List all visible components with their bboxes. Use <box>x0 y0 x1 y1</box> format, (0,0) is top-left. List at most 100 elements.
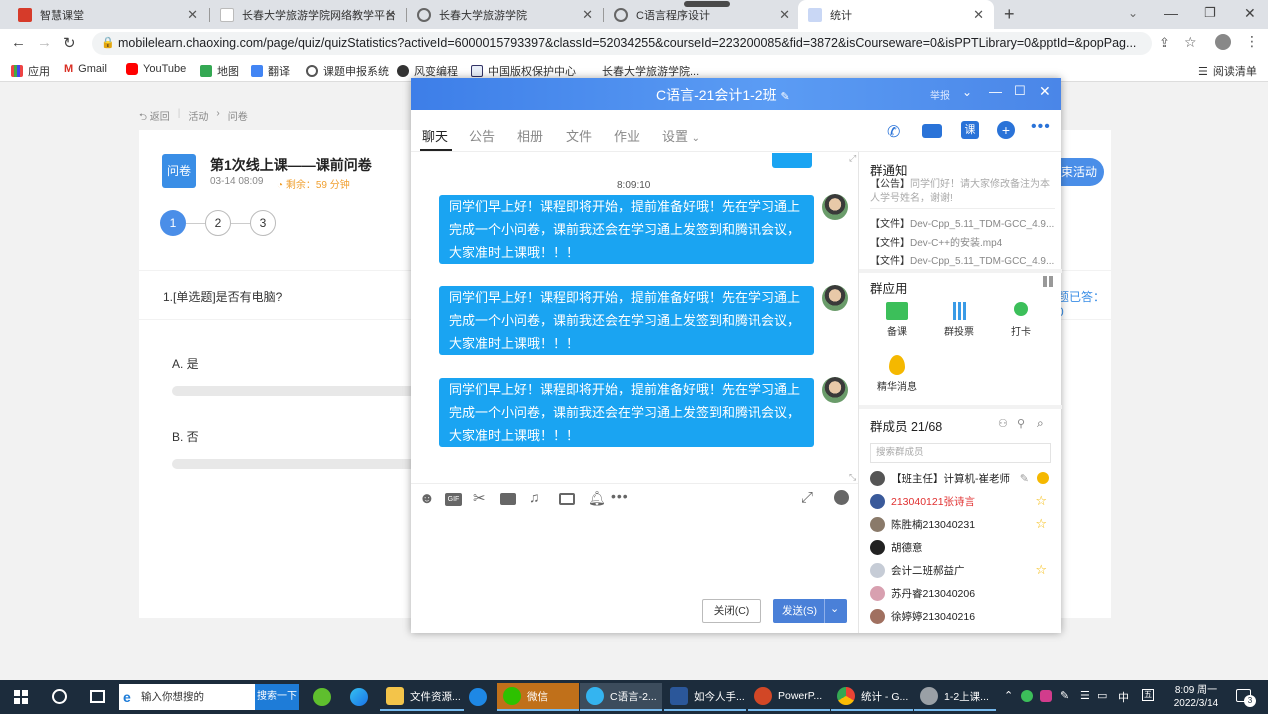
profile-avatar-icon[interactable] <box>1215 34 1231 50</box>
taskbar-app-chaoxing[interactable]: C语言-2... <box>580 683 662 711</box>
taskbar-search-input[interactable]: e 输入你想搜的 <box>119 684 255 710</box>
member-item[interactable]: 陈胜楠213040231 ☆ <box>870 514 1055 534</box>
image-icon[interactable] <box>559 493 575 505</box>
reload-icon[interactable]: ↻ <box>63 34 76 52</box>
close-icon[interactable]: ✕ <box>1039 83 1051 100</box>
tab-statistics[interactable]: 统计 ✕ <box>798 0 994 29</box>
more-icon[interactable]: ••• <box>611 488 629 504</box>
avatar[interactable] <box>822 194 848 220</box>
bookmark-college[interactable]: 长春大学旅游学院... <box>602 63 699 79</box>
ie-browser-icon[interactable] <box>469 688 487 706</box>
tab-files[interactable]: 文件 <box>566 126 592 145</box>
ime-indicator[interactable]: 中 <box>1118 689 1129 705</box>
battery-icon[interactable]: ▭ <box>1097 689 1107 702</box>
notice-text[interactable]: 【公告】同学们好！请大家修改备注为本人学号姓名，谢谢! <box>870 178 1055 206</box>
file-item[interactable]: 【文件】Dev-C++的安装.mp4 <box>870 234 1002 249</box>
app-grid-icon[interactable] <box>1043 276 1054 287</box>
chat-title-bar[interactable]: C语言-21会计1-2班 ✎ 举报 ⌄ — ☐ ✕ <box>411 78 1061 110</box>
search-icon[interactable]: ⌕ <box>1037 416 1044 431</box>
scissors-icon[interactable]: ✂ <box>473 489 486 507</box>
close-tab-icon[interactable]: ✕ <box>582 7 593 23</box>
tab-college[interactable]: 长春大学旅游学院 ✕ <box>407 0 603 29</box>
taskbar-app-word[interactable]: 如今人手... <box>664 683 746 711</box>
member-item[interactable]: 徐婷婷213040216 <box>870 606 1055 626</box>
tab-c-language[interactable]: C语言程序设计 ✕ <box>604 0 800 29</box>
reading-list-button[interactable]: ☰ 阅读清单 <box>1198 63 1257 79</box>
taskbar-app-lesson[interactable]: 1-2上课... <box>914 683 996 711</box>
report-link[interactable]: 举报 <box>930 87 950 102</box>
tab-album[interactable]: 相册 <box>517 126 543 145</box>
step-1[interactable]: 1 <box>160 210 186 236</box>
file-item[interactable]: 【文件】Dev-Cpp_5.11_TDM-GCC_4.9... <box>870 215 1054 230</box>
gif-icon[interactable]: GIF <box>445 493 462 506</box>
close-chat-button[interactable]: 关闭(C) <box>702 599 761 623</box>
bookmark-apps[interactable]: 应用 <box>11 63 50 79</box>
back-link[interactable]: ⮌ 返回 <box>139 108 170 127</box>
phone-call-icon[interactable]: ✆ <box>887 122 900 142</box>
360-browser-icon[interactable] <box>313 688 331 706</box>
taskbar-app-powerpoint[interactable]: PowerP... <box>748 683 830 711</box>
bookmark-translate[interactable]: 翻译 <box>251 63 290 79</box>
bookmark-star-icon[interactable]: ☆ <box>1184 34 1197 51</box>
cortana-icon[interactable] <box>52 689 67 704</box>
tab-zhihui[interactable]: 智慧课堂 ✕ <box>8 0 208 29</box>
edge-icon[interactable] <box>350 688 368 706</box>
member-item[interactable]: 胡德意 <box>870 537 1055 557</box>
app-lesson-prep[interactable]: 备课 <box>872 302 922 338</box>
emoji-icon[interactable]: ☻ <box>419 490 435 507</box>
fullscreen-icon[interactable]: ⤢ <box>801 489 813 506</box>
bookmark-maps[interactable]: 地图 <box>200 63 239 79</box>
maximize-icon[interactable]: ☐ <box>1014 83 1026 99</box>
taskbar-app-chrome[interactable]: 统计 - G... <box>831 683 913 711</box>
send-button[interactable]: 发送(S) ⌄ <box>773 599 847 623</box>
member-item[interactable]: 【班主任】计算机-崔老师 ✎ <box>870 468 1055 488</box>
new-tab-button[interactable]: + <box>1004 4 1015 25</box>
breadcrumb-activity[interactable]: 活动 <box>188 108 208 127</box>
bookmark-youtube[interactable]: YouTube <box>126 63 186 75</box>
taskbar-app-explorer[interactable]: 文件资源... <box>380 683 464 711</box>
forward-arrow-icon[interactable]: → <box>37 34 52 51</box>
tray-app-icon[interactable] <box>1021 690 1033 702</box>
share-icon[interactable]: ⇪ <box>1159 35 1170 51</box>
wifi-icon[interactable]: ☰ <box>1080 689 1090 702</box>
minimize-icon[interactable]: — <box>989 84 1002 99</box>
ime-mode-icon[interactable]: 五 <box>1142 689 1154 701</box>
history-clock-icon[interactable] <box>834 490 849 505</box>
taskbar-app-wechat[interactable]: 微信 <box>497 683 579 711</box>
app-checkin[interactable]: 打卡 <box>996 302 1046 338</box>
minimize-icon[interactable]: — <box>1164 5 1178 21</box>
add-member-icon[interactable]: ⚲ <box>1017 417 1025 430</box>
avatar[interactable] <box>822 285 848 311</box>
tray-app-icon[interactable] <box>1040 690 1052 702</box>
lesson-icon[interactable]: 课 <box>961 121 979 139</box>
end-activity-button[interactable]: 束活动 <box>1057 158 1104 186</box>
bell-icon[interactable]: 🔔︎ <box>588 490 606 507</box>
close-tab-icon[interactable]: ✕ <box>385 7 396 23</box>
step-2[interactable]: 2 <box>205 210 231 236</box>
app-highlights[interactable]: 精华消息 <box>872 355 922 393</box>
member-item[interactable]: 苏丹睿213040206 <box>870 583 1055 603</box>
close-tab-icon[interactable]: ✕ <box>187 7 198 23</box>
close-tab-icon[interactable]: ✕ <box>973 7 984 23</box>
chevron-down-icon[interactable]: ⌄ <box>830 597 839 621</box>
tab-chat[interactable]: 聊天 <box>422 126 448 145</box>
video-call-icon[interactable] <box>922 124 942 138</box>
close-tab-icon[interactable]: ✕ <box>779 7 790 23</box>
step-3[interactable]: 3 <box>250 210 276 236</box>
member-search-input[interactable]: 搜索群成员 <box>870 443 1051 463</box>
clock[interactable]: 8:09 周一 2022/3/14 <box>1170 684 1222 710</box>
collapse-icon[interactable]: ⤢ <box>849 153 856 164</box>
bookmark-gmail[interactable]: M Gmail <box>64 63 107 75</box>
tray-chevron-icon[interactable]: ⌃ <box>1004 689 1013 702</box>
tab-announcement[interactable]: 公告 <box>469 126 495 145</box>
avatar[interactable] <box>822 377 848 403</box>
bookmark-fengbian[interactable]: 风变编程 <box>397 63 458 79</box>
tab-settings[interactable]: 设置 ⌄ <box>662 126 700 145</box>
tab-homework[interactable]: 作业 <box>614 126 640 145</box>
tab-search-icon[interactable]: ⌄ <box>1128 6 1138 20</box>
url-input[interactable]: 🔒 mobilelearn.chaoxing.com/page/quiz/qui… <box>92 32 1152 55</box>
member-manage-icon[interactable]: ⚇ <box>998 417 1008 430</box>
edit-pencil-icon[interactable]: ✎ <box>1020 472 1029 485</box>
back-arrow-icon[interactable]: ← <box>11 34 26 51</box>
more-icon[interactable]: ••• <box>1031 118 1051 136</box>
